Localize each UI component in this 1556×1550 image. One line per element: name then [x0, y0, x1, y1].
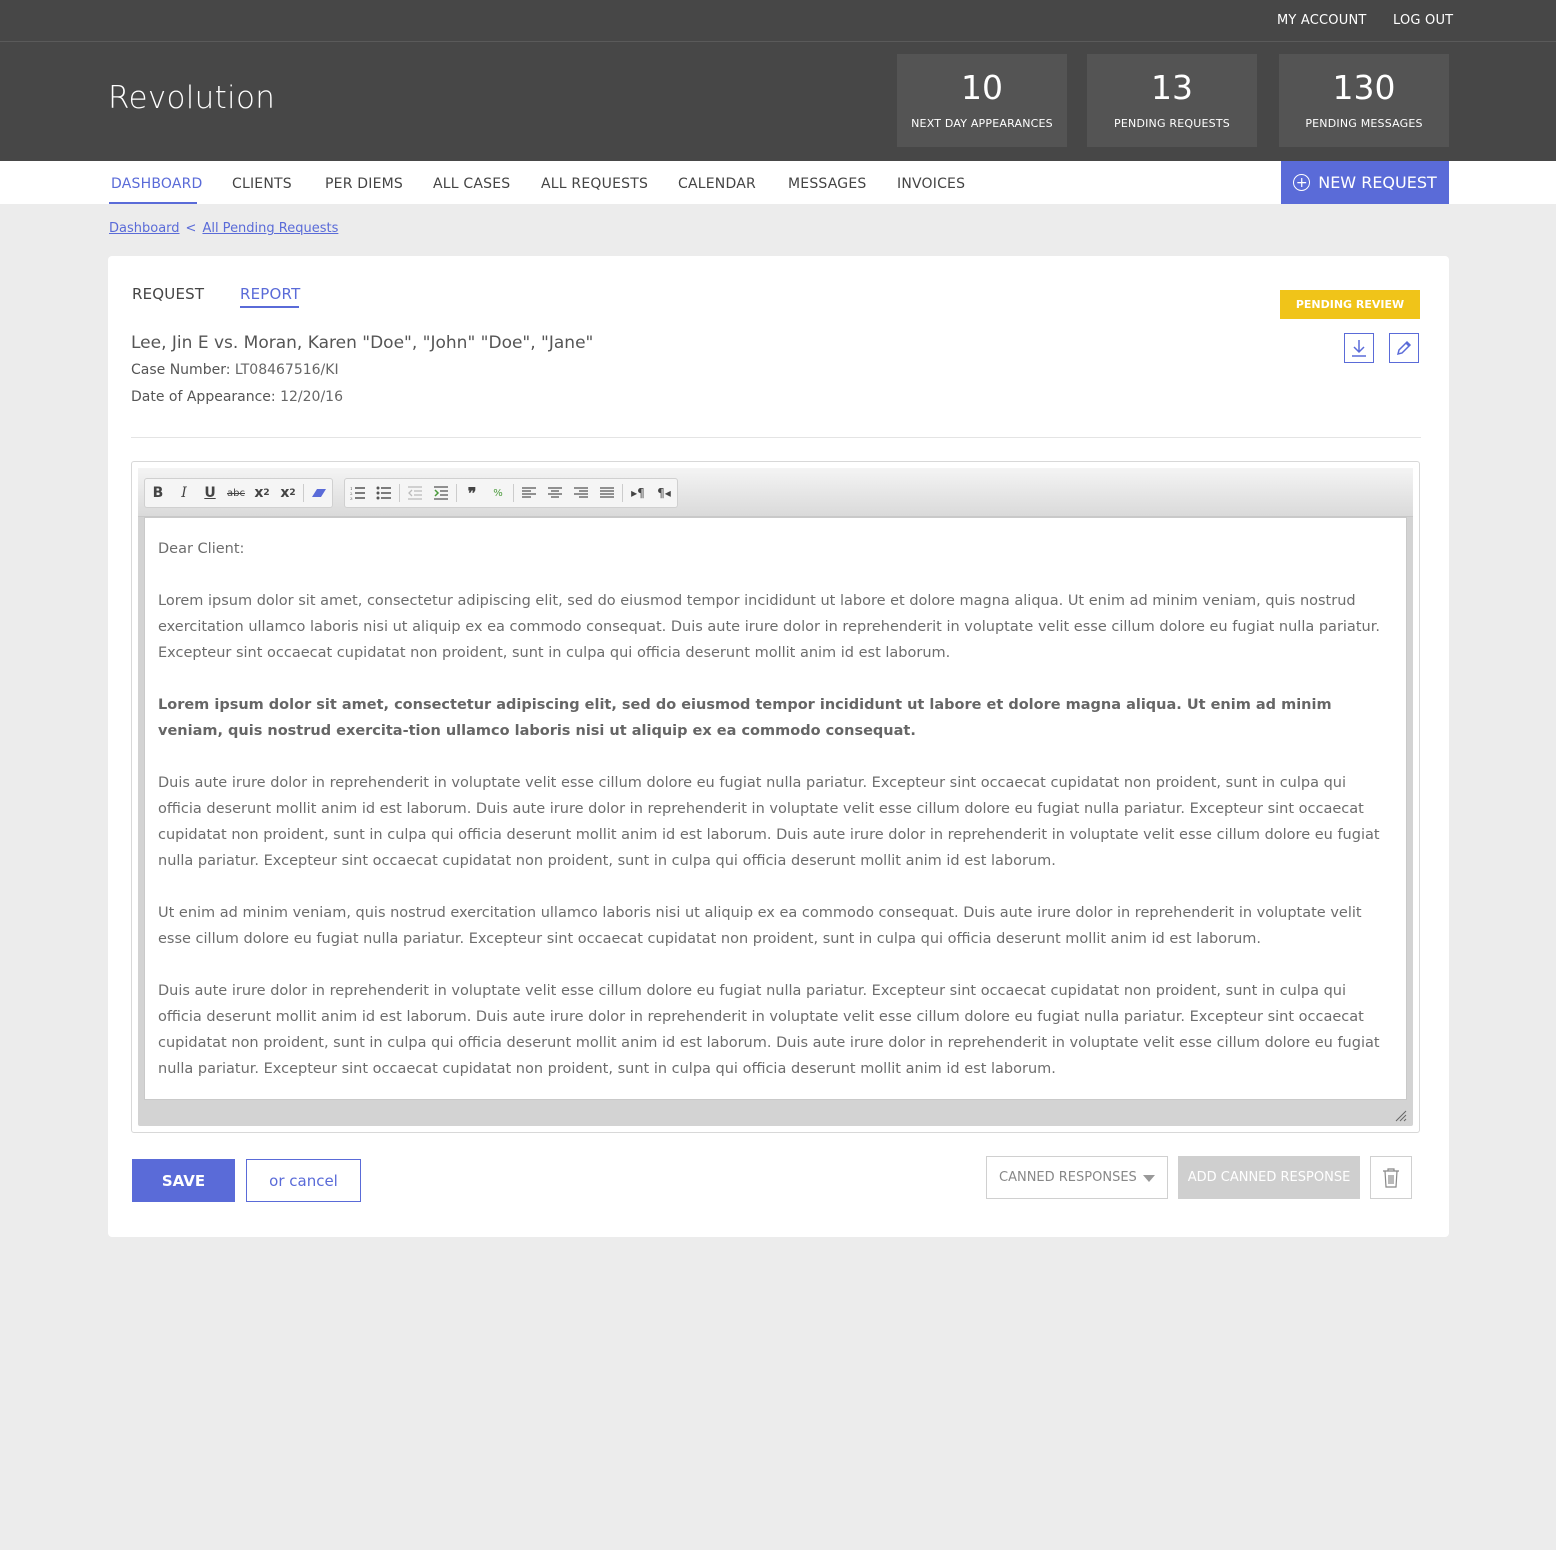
appearance-date-label: Date of Appearance:	[131, 389, 276, 405]
align-justify-icon[interactable]	[594, 480, 620, 506]
underline-icon[interactable]: U	[197, 480, 223, 506]
text-direction-ltr-icon[interactable]: ▸¶	[625, 480, 651, 506]
nav-per-diems[interactable]: PER DIEMS	[325, 176, 403, 192]
main-nav: DASHBOARD CLIENTS PER DIEMS ALL CASES AL…	[0, 161, 1556, 204]
stat-value: 130	[1332, 68, 1396, 107]
stat-next-day-appearances[interactable]: 10 NEXT DAY APPEARANCES	[897, 54, 1067, 147]
editor-paragraph: Duis aute irure dolor in reprehenderit i…	[158, 983, 1380, 1077]
bold-icon[interactable]: B	[145, 480, 171, 506]
nav-invoices[interactable]: INVOICES	[897, 176, 965, 192]
strikethrough-icon[interactable]: abc	[223, 480, 249, 506]
nav-messages[interactable]: MESSAGES	[788, 176, 866, 192]
toolbar-group-format: B I U abc x2 x2	[144, 478, 333, 508]
stat-pending-requests[interactable]: 13 PENDING REQUESTS	[1087, 54, 1257, 147]
divider	[131, 437, 1421, 438]
stat-label: PENDING MESSAGES	[1305, 117, 1423, 130]
align-center-icon[interactable]	[542, 480, 568, 506]
editor-content[interactable]: Dear Client: Lorem ipsum dolor sit amet,…	[144, 517, 1407, 1100]
canned-responses-select[interactable]: CANNED RESPONSES	[986, 1156, 1168, 1199]
chevron-down-icon	[1143, 1175, 1155, 1182]
nav-dashboard[interactable]: DASHBOARD	[111, 176, 203, 192]
nav-calendar[interactable]: CALENDAR	[678, 176, 756, 192]
delete-button[interactable]	[1370, 1156, 1412, 1199]
tab-active-indicator	[240, 306, 299, 308]
svg-text:3: 3	[350, 496, 353, 500]
request-card: REQUEST REPORT PENDING REVIEW Lee, Jin E…	[108, 256, 1449, 1237]
trash-icon	[1383, 1167, 1399, 1188]
app-header: Revolution 10 NEXT DAY APPEARANCES 13 PE…	[0, 42, 1556, 161]
download-button[interactable]	[1344, 333, 1374, 363]
new-request-button[interactable]: + NEW REQUEST	[1281, 161, 1449, 204]
rich-text-editor: B I U abc x2 x2 123 ❞ % ▸¶ ¶◂ Dear Clien…	[131, 461, 1420, 1133]
toolbar-group-paragraph: 123 ❞ % ▸¶ ¶◂	[344, 478, 678, 508]
status-badge: PENDING REVIEW	[1280, 290, 1420, 319]
nav-clients[interactable]: CLIENTS	[232, 176, 292, 192]
editor-paragraph: Dear Client:	[158, 541, 245, 557]
tab-request[interactable]: REQUEST	[132, 285, 204, 303]
resize-handle-icon[interactable]	[1395, 1110, 1407, 1122]
appearance-date: Date of Appearance: 12/20/16	[131, 389, 343, 405]
superscript-icon[interactable]: x2	[275, 480, 301, 506]
appearance-date-value: 12/20/16	[280, 389, 343, 405]
nav-active-indicator	[109, 202, 197, 204]
plus-circle-icon: +	[1293, 174, 1311, 191]
align-right-icon[interactable]	[568, 480, 594, 506]
top-bar: MY ACCOUNT LOG OUT	[0, 0, 1556, 42]
toolbar-separator	[399, 484, 400, 502]
nav-all-requests[interactable]: ALL REQUESTS	[541, 176, 648, 192]
toolbar-separator	[456, 484, 457, 502]
numbered-list-icon[interactable]: 123	[345, 480, 371, 506]
editor-paragraph: Ut enim ad minim veniam, quis nostrud ex…	[158, 905, 1362, 947]
edit-button[interactable]	[1389, 333, 1419, 363]
download-icon	[1352, 340, 1366, 357]
new-request-label: NEW REQUEST	[1318, 173, 1437, 192]
stat-value: 10	[961, 68, 1003, 107]
editor-paragraph-bold: Lorem ipsum dolor sit amet, consectetur …	[158, 697, 1332, 739]
eraser-icon[interactable]	[306, 480, 332, 506]
div-container-icon[interactable]: %	[485, 480, 511, 506]
text-direction-rtl-icon[interactable]: ¶◂	[651, 480, 677, 506]
outdent-icon[interactable]	[402, 480, 428, 506]
stat-label: NEXT DAY APPEARANCES	[911, 117, 1053, 130]
stat-value: 13	[1151, 68, 1193, 107]
case-number-label: Case Number:	[131, 362, 231, 378]
italic-icon[interactable]: I	[171, 480, 197, 506]
save-button[interactable]: SAVE	[132, 1159, 235, 1202]
stat-label: PENDING REQUESTS	[1114, 117, 1230, 130]
toolbar-separator	[303, 484, 304, 502]
case-title: Lee, Jin E vs. Moran, Karen "Doe", "John…	[131, 333, 594, 353]
bullet-list-icon[interactable]	[371, 480, 397, 506]
breadcrumb-separator: <	[185, 221, 197, 236]
canned-responses-label: CANNED RESPONSES	[999, 1170, 1137, 1185]
brand-logo[interactable]: Revolution	[108, 80, 275, 116]
editor-paragraph: Lorem ipsum dolor sit amet, consectetur …	[158, 593, 1380, 661]
stat-pending-messages[interactable]: 130 PENDING MESSAGES	[1279, 54, 1449, 147]
cancel-button[interactable]: or cancel	[246, 1159, 361, 1202]
breadcrumb: Dashboard < All Pending Requests	[109, 221, 338, 236]
editor-frame: B I U abc x2 x2 123 ❞ % ▸¶ ¶◂ Dear Clien…	[138, 468, 1413, 1126]
tab-report[interactable]: REPORT	[240, 285, 300, 303]
add-canned-response-button[interactable]: ADD CANNED RESPONSE	[1178, 1156, 1360, 1199]
my-account-link[interactable]: MY ACCOUNT	[1277, 13, 1367, 28]
indent-icon[interactable]	[428, 480, 454, 506]
blockquote-icon[interactable]: ❞	[459, 480, 485, 506]
case-number: Case Number: LT08467516/KI	[131, 362, 339, 378]
log-out-link[interactable]: LOG OUT	[1393, 13, 1453, 28]
editor-toolbar: B I U abc x2 x2 123 ❞ % ▸¶ ¶◂	[138, 468, 1413, 517]
subscript-icon[interactable]: x2	[249, 480, 275, 506]
breadcrumb-all-pending-requests[interactable]: All Pending Requests	[202, 221, 338, 236]
nav-all-cases[interactable]: ALL CASES	[433, 176, 510, 192]
align-left-icon[interactable]	[516, 480, 542, 506]
breadcrumb-dashboard[interactable]: Dashboard	[109, 221, 180, 236]
toolbar-separator	[622, 484, 623, 502]
pencil-icon	[1396, 340, 1412, 356]
editor-paragraph: Duis aute irure dolor in reprehenderit i…	[158, 775, 1380, 869]
toolbar-separator	[513, 484, 514, 502]
case-number-value: LT08467516/KI	[234, 362, 339, 378]
